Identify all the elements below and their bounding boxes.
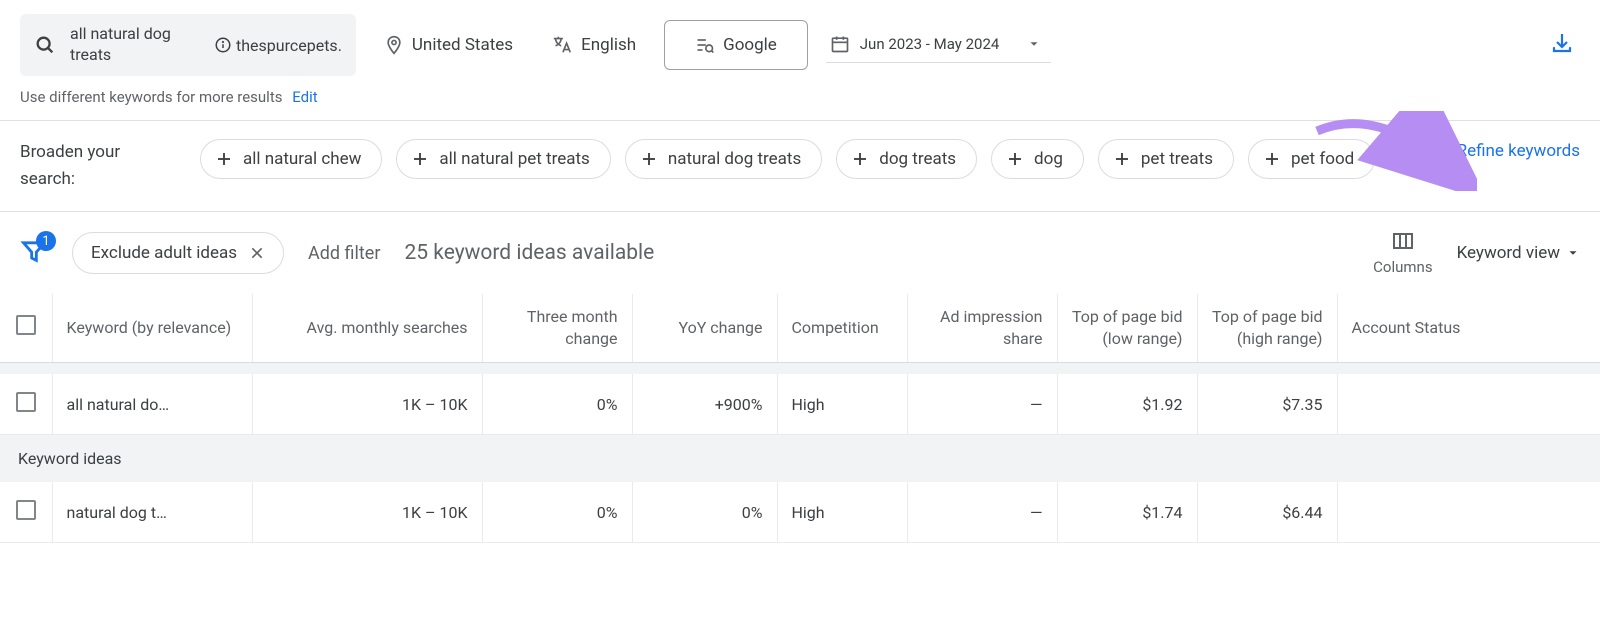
site-badge[interactable]: thespurcepets. bbox=[214, 36, 342, 55]
header-yoy[interactable]: YoY change bbox=[632, 294, 777, 362]
refine-keywords-link[interactable]: Refine keywords bbox=[1457, 139, 1580, 165]
columns-button[interactable]: Columns bbox=[1373, 230, 1432, 276]
cell-competition: High bbox=[777, 374, 907, 435]
broaden-chip[interactable]: all natural chew bbox=[200, 139, 382, 179]
table-row[interactable]: natural dog t… 1K – 10K 0% 0% High — $1.… bbox=[0, 482, 1600, 543]
cell-bid-high: $7.35 bbox=[1197, 374, 1337, 435]
chip-label: dog bbox=[1034, 149, 1063, 169]
chip-label: dog treats bbox=[879, 149, 956, 169]
header-competition[interactable]: Competition bbox=[777, 294, 907, 362]
columns-label: Columns bbox=[1373, 258, 1432, 276]
columns-icon bbox=[1390, 230, 1416, 254]
translate-icon bbox=[551, 34, 573, 56]
network-label: Google bbox=[723, 35, 777, 55]
filter-funnel-button[interactable]: 1 bbox=[20, 237, 48, 269]
chevron-down-icon bbox=[1027, 37, 1041, 51]
exclude-filter-chip[interactable]: Exclude adult ideas bbox=[72, 232, 284, 274]
plus-icon bbox=[1113, 150, 1131, 168]
keyword-view-selector[interactable]: Keyword view bbox=[1457, 243, 1580, 263]
search-box[interactable]: all natural dog treats thespurcepets. bbox=[20, 14, 356, 76]
cell-avg: 1K – 10K bbox=[252, 482, 482, 543]
chip-label: pet treats bbox=[1141, 149, 1213, 169]
cell-competition: High bbox=[777, 482, 907, 543]
row-checkbox[interactable] bbox=[0, 374, 52, 435]
add-filter-button[interactable]: Add filter bbox=[308, 243, 380, 264]
table-row[interactable]: all natural do… 1K – 10K 0% +900% High —… bbox=[0, 374, 1600, 435]
header-three-month[interactable]: Three month change bbox=[482, 294, 632, 362]
plus-icon bbox=[1006, 150, 1024, 168]
keyword-view-label: Keyword view bbox=[1457, 243, 1560, 263]
plus-icon bbox=[851, 150, 869, 168]
filter-row: 1 Exclude adult ideas Add filter 25 keyw… bbox=[0, 212, 1600, 294]
close-icon[interactable] bbox=[249, 245, 265, 261]
download-icon bbox=[1550, 31, 1574, 55]
network-icon bbox=[695, 35, 715, 55]
chip-label: all natural chew bbox=[243, 149, 361, 169]
broaden-chip[interactable]: dog bbox=[991, 139, 1084, 179]
language-selector[interactable]: English bbox=[541, 28, 646, 62]
broaden-chips: all natural chew all natural pet treats … bbox=[200, 139, 1407, 179]
language-label: English bbox=[581, 35, 636, 55]
plus-icon bbox=[215, 150, 233, 168]
cell-three-month: 0% bbox=[482, 374, 632, 435]
ideas-count: 25 keyword ideas available bbox=[404, 241, 654, 265]
cell-keyword: all natural do… bbox=[52, 374, 252, 435]
date-range-label: Jun 2023 - May 2024 bbox=[860, 35, 1000, 53]
location-label: United States bbox=[412, 35, 513, 55]
broaden-chip[interactable]: natural dog treats bbox=[625, 139, 822, 179]
section-header: Keyword ideas bbox=[0, 435, 1600, 483]
header-bid-low[interactable]: Top of page bid (low range) bbox=[1057, 294, 1197, 362]
network-selector[interactable]: Google bbox=[664, 20, 808, 70]
plus-icon bbox=[1263, 150, 1281, 168]
search-icon bbox=[34, 34, 56, 56]
keywords-table: Keyword (by relevance) Avg. monthly sear… bbox=[0, 294, 1600, 543]
header-bid-high[interactable]: Top of page bid (high range) bbox=[1197, 294, 1337, 362]
calendar-icon bbox=[830, 34, 850, 54]
plus-icon bbox=[640, 150, 658, 168]
cell-bid-low: $1.74 bbox=[1057, 482, 1197, 543]
location-icon bbox=[384, 35, 404, 55]
location-selector[interactable]: United States bbox=[374, 29, 523, 61]
plus-icon bbox=[411, 150, 429, 168]
broaden-section: Broaden your search: all natural chew al… bbox=[0, 121, 1600, 211]
cell-ad-impression: — bbox=[907, 374, 1057, 435]
cell-bid-high: $6.44 bbox=[1197, 482, 1337, 543]
edit-link[interactable]: Edit bbox=[292, 88, 317, 106]
header-keyword[interactable]: Keyword (by relevance) bbox=[52, 294, 252, 362]
date-range-selector[interactable]: Jun 2023 - May 2024 bbox=[826, 28, 1052, 63]
chip-label: natural dog treats bbox=[668, 149, 801, 169]
broaden-chip[interactable]: all natural pet treats bbox=[396, 139, 610, 179]
cell-ad-impression: — bbox=[907, 482, 1057, 543]
broaden-chip[interactable]: pet treats bbox=[1098, 139, 1234, 179]
cell-yoy: +900% bbox=[632, 374, 777, 435]
cell-avg: 1K – 10K bbox=[252, 374, 482, 435]
annotation-arrow bbox=[1307, 111, 1477, 191]
header-checkbox[interactable] bbox=[0, 294, 52, 362]
broaden-label: Broaden your search: bbox=[20, 139, 170, 193]
row-checkbox[interactable] bbox=[0, 482, 52, 543]
cell-status bbox=[1337, 482, 1600, 543]
cell-bid-low: $1.92 bbox=[1057, 374, 1197, 435]
search-query: all natural dog treats bbox=[70, 24, 200, 66]
chevron-down-icon bbox=[1566, 246, 1580, 260]
header-avg[interactable]: Avg. monthly searches bbox=[252, 294, 482, 362]
table-header-row: Keyword (by relevance) Avg. monthly sear… bbox=[0, 294, 1600, 362]
top-toolbar: all natural dog treats thespurcepets. Un… bbox=[0, 0, 1600, 84]
cell-keyword: natural dog t… bbox=[52, 482, 252, 543]
header-account-status[interactable]: Account Status bbox=[1337, 294, 1600, 362]
broaden-chip[interactable]: dog treats bbox=[836, 139, 977, 179]
cell-three-month: 0% bbox=[482, 482, 632, 543]
cell-status bbox=[1337, 374, 1600, 435]
cell-yoy: 0% bbox=[632, 482, 777, 543]
site-name: thespurcepets. bbox=[236, 36, 342, 55]
info-icon bbox=[214, 36, 232, 54]
download-button[interactable] bbox=[1544, 25, 1580, 65]
section-label: Keyword ideas bbox=[0, 435, 1600, 483]
subline-text: Use different keywords for more results bbox=[20, 88, 282, 106]
filter-count-badge: 1 bbox=[36, 231, 56, 251]
exclude-label: Exclude adult ideas bbox=[91, 243, 237, 263]
chip-label: all natural pet treats bbox=[439, 149, 589, 169]
header-ad-impression[interactable]: Ad impression share bbox=[907, 294, 1057, 362]
